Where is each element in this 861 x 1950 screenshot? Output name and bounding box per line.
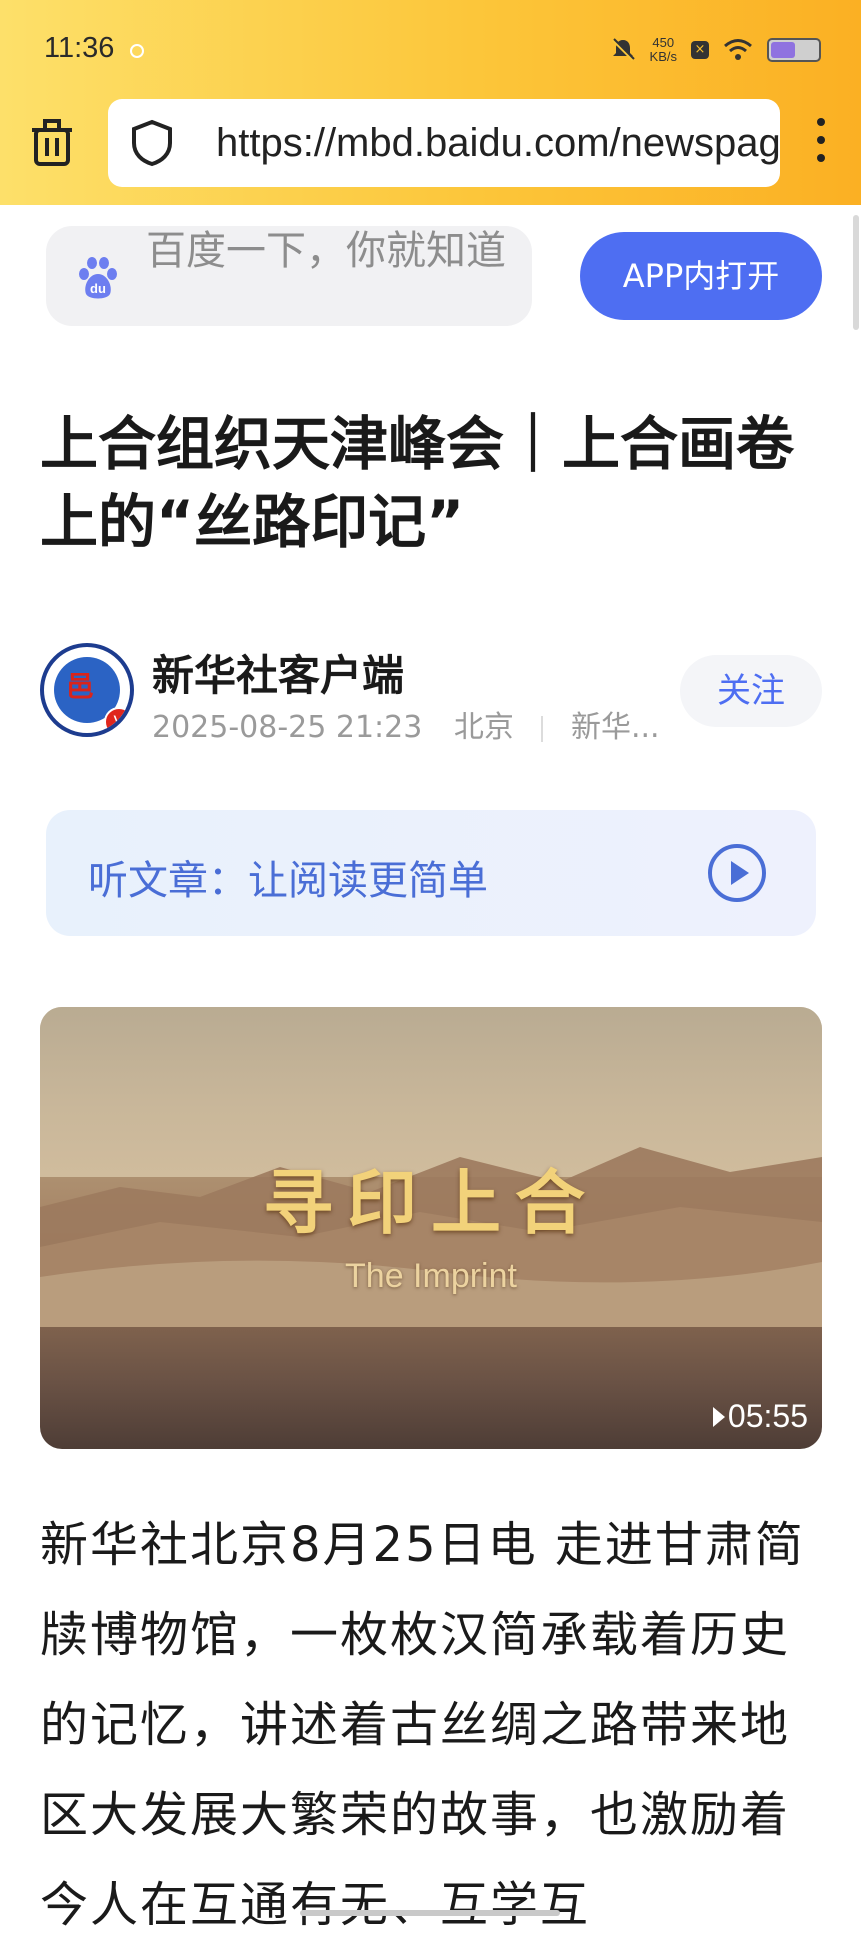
svg-text:du: du bbox=[90, 281, 106, 296]
publish-location: 北京 bbox=[453, 710, 514, 745]
net-speed-value: 450 bbox=[652, 35, 675, 50]
address-bar[interactable]: https://mbd.baidu.com/newspage bbox=[108, 99, 780, 187]
play-small-icon bbox=[712, 1406, 725, 1427]
mute-bell-icon bbox=[611, 38, 635, 62]
shield-icon[interactable] bbox=[130, 119, 174, 167]
search-box[interactable]: du 百度一下，你就知道 bbox=[46, 226, 532, 326]
status-time: 11:36 bbox=[44, 32, 115, 64]
publish-date: 2025-08-25 21:23 bbox=[152, 710, 423, 745]
meta-divider bbox=[541, 715, 544, 742]
listen-article-label[interactable]: 听文章：让阅读更简单 bbox=[88, 848, 488, 906]
article-meta: 2025-08-25 21:23 北京 新华... bbox=[152, 702, 660, 746]
listen-article-bar[interactable]: 听文章：让阅读更简单 bbox=[46, 810, 816, 936]
follow-button[interactable]: 关注 bbox=[680, 655, 822, 727]
close-box-icon: × bbox=[691, 41, 709, 59]
publish-source: 新华... bbox=[570, 710, 660, 745]
video-player[interactable]: 寻印上合 The Imprint 05:55 bbox=[40, 1007, 822, 1449]
home-indicator[interactable] bbox=[300, 1910, 560, 1916]
open-in-app-button[interactable]: APP内打开 bbox=[580, 232, 822, 320]
video-title-en: The Imprint bbox=[345, 1257, 517, 1295]
status-icons: 450 KB/s × bbox=[610, 30, 821, 70]
article-body: 新华社北京8月25日电 走进甘肃简牍博物馆，一枚枚汉简承载着历史的记忆，讲述着古… bbox=[40, 1517, 805, 1933]
scrollbar[interactable] bbox=[853, 215, 859, 330]
author-avatar[interactable]: ⾢ V bbox=[40, 643, 134, 737]
video-duration: 05:55 bbox=[712, 1398, 808, 1435]
net-speed-unit: KB/s bbox=[649, 49, 677, 64]
baidu-paw-icon: du bbox=[79, 257, 117, 299]
search-placeholder[interactable]: 百度一下，你就知道 bbox=[146, 230, 516, 272]
article-title: 上合组织天津峰会｜上合画卷上的“丝路印记” bbox=[40, 410, 795, 556]
trash-icon[interactable] bbox=[32, 118, 72, 168]
xinhua-logo-icon: ⾢ bbox=[66, 670, 95, 703]
verified-badge-icon: V bbox=[104, 707, 130, 733]
wifi-icon bbox=[724, 39, 752, 60]
video-duration-text: 05:55 bbox=[727, 1398, 808, 1434]
net-speed: 450 KB/s bbox=[650, 36, 677, 64]
notification-dot-icon bbox=[130, 44, 144, 58]
more-vertical-icon[interactable] bbox=[816, 118, 826, 164]
battery-icon bbox=[767, 38, 821, 62]
url-text[interactable]: https://mbd.baidu.com/newspage bbox=[216, 121, 780, 166]
play-circle-icon[interactable] bbox=[706, 842, 768, 904]
author-name[interactable]: 新华社客户端 bbox=[152, 642, 404, 703]
video-title-cn: 寻印上合 bbox=[263, 1161, 599, 1244]
browser-toolbar: 11:36 450 KB/s × https://mbd.baidu.com/n… bbox=[0, 0, 861, 205]
